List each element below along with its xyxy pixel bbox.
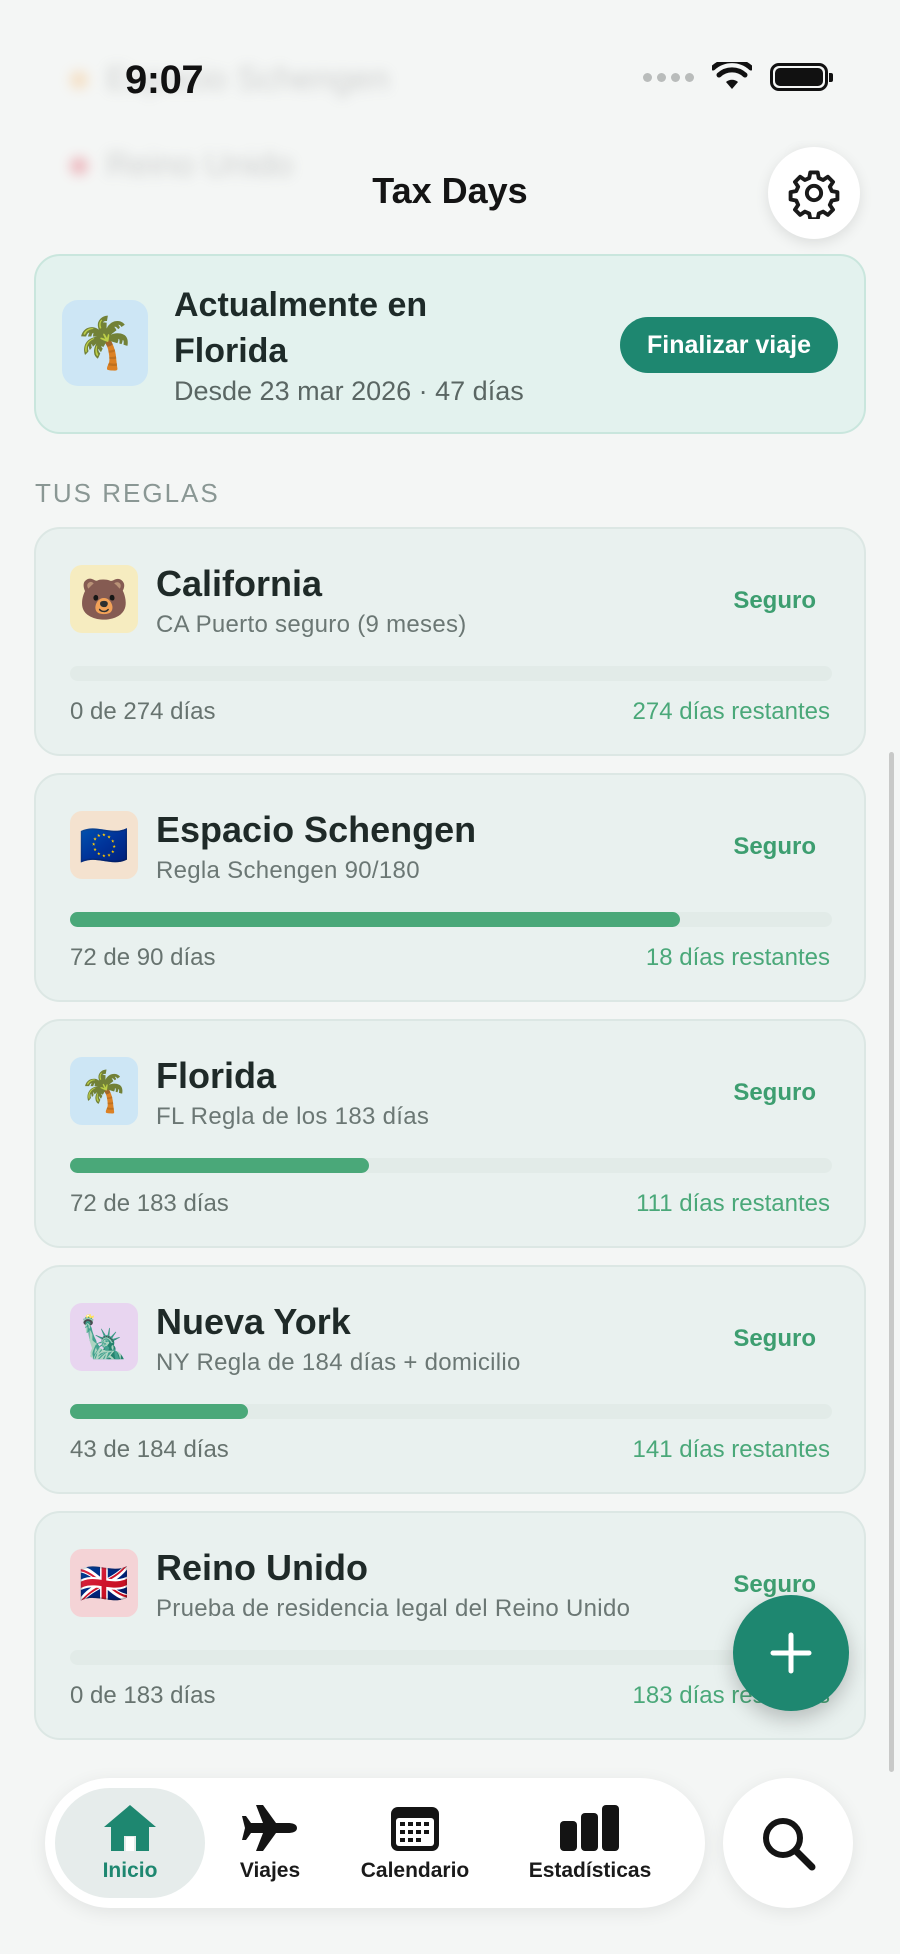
days-remaining: 141 días restantes <box>632 1436 830 1463</box>
current-location-subtitle: Desde 23 mar 2026 · 47 días <box>174 376 524 406</box>
days-remaining: 274 días restantes <box>632 698 830 725</box>
days-used: 0 de 183 días <box>70 1682 216 1709</box>
scrollbar[interactable] <box>889 752 894 1772</box>
current-location-title: Actualmente en Florida <box>174 286 428 370</box>
progress-bar <box>70 912 832 927</box>
add-button[interactable] <box>733 1595 849 1711</box>
palm-tree-icon: 🌴 <box>62 300 148 386</box>
status-badge: Seguro <box>733 833 816 860</box>
airplane-icon <box>242 1805 297 1851</box>
settings-button[interactable] <box>768 147 860 239</box>
finish-trip-button[interactable]: Finalizar viaje <box>620 317 838 373</box>
status-bar: 9:07 <box>0 0 900 165</box>
current-location-card: 🌴 Actualmente en Florida Desde 23 mar 20… <box>34 254 866 434</box>
tab-label: Calendario <box>360 1859 470 1882</box>
days-used: 0 de 274 días <box>70 698 216 725</box>
status-badge: Seguro <box>733 587 816 614</box>
tab-calendario[interactable]: Calendario <box>335 1788 495 1898</box>
uk-flag-icon: 🇬🇧 <box>70 1549 138 1617</box>
progress-bar <box>70 1404 832 1419</box>
tab-inicio[interactable]: Inicio <box>55 1788 205 1898</box>
rule-description: FL Regla de los 183 días <box>156 1103 430 1130</box>
progress-bar <box>70 1158 832 1173</box>
rules-list: 🐻 California CA Puerto seguro (9 meses) … <box>34 527 866 1757</box>
section-label: TUS REGLAS <box>35 478 220 508</box>
calendar-icon <box>391 1807 439 1851</box>
battery-icon <box>770 63 833 91</box>
cellular-signal-icon <box>643 72 694 82</box>
progress-bar <box>70 1650 832 1665</box>
tab-estadisticas[interactable]: Estadísticas <box>495 1788 685 1898</box>
rule-name: Espacio Schengen <box>156 809 477 850</box>
wifi-icon <box>712 62 752 89</box>
statue-of-liberty-icon: 🗽 <box>70 1303 138 1371</box>
rule-name: Reino Unido <box>156 1547 368 1588</box>
rule-description: CA Puerto seguro (9 meses) <box>156 611 467 638</box>
rule-name: Florida <box>156 1055 277 1096</box>
rule-card[interactable]: 🗽 Nueva York NY Regla de 184 días + domi… <box>34 1265 866 1494</box>
chart-icon <box>560 1805 619 1851</box>
rule-description: Regla Schengen 90/180 <box>156 857 420 884</box>
rule-description: Prueba de residencia legal del Reino Uni… <box>156 1595 631 1622</box>
eu-flag-icon: 🇪🇺 <box>70 811 138 879</box>
rule-card[interactable]: 🇪🇺 Espacio Schengen Regla Schengen 90/18… <box>34 773 866 1002</box>
days-used: 43 de 184 días <box>70 1436 229 1463</box>
status-badge: Seguro <box>733 1079 816 1106</box>
days-used: 72 de 90 días <box>70 944 216 971</box>
tab-viajes[interactable]: Viajes <box>205 1788 335 1898</box>
tab-label: Estadísticas <box>528 1859 652 1882</box>
status-badge: Seguro <box>733 1571 816 1598</box>
rule-description: NY Regla de 184 días + domicilio <box>156 1349 521 1376</box>
status-badge: Seguro <box>733 1325 816 1352</box>
search-icon <box>763 1818 816 1871</box>
progress-fill <box>70 912 680 927</box>
bear-icon: 🐻 <box>70 565 138 633</box>
rule-name: Nueva York <box>156 1301 351 1342</box>
status-icons <box>643 62 833 92</box>
gear-icon <box>788 170 840 219</box>
progress-fill <box>70 1404 249 1419</box>
search-button[interactable] <box>723 1778 853 1908</box>
palm-tree-icon: 🌴 <box>70 1057 138 1125</box>
tab-label: Viajes <box>239 1859 301 1882</box>
status-time: 9:07 <box>125 58 204 102</box>
progress-bar <box>70 666 832 681</box>
home-icon <box>104 1805 156 1851</box>
page-title: Tax Days <box>372 170 528 211</box>
tab-label: Inicio <box>102 1859 158 1882</box>
days-remaining: 18 días restantes <box>645 944 830 971</box>
days-remaining: 111 días restantes <box>636 1190 830 1217</box>
plus-icon <box>770 1632 812 1674</box>
progress-fill <box>70 1158 370 1173</box>
rule-card[interactable]: 🌴 Florida FL Regla de los 183 días Segur… <box>34 1019 866 1248</box>
days-used: 72 de 183 días <box>70 1190 229 1217</box>
tab-bar: Inicio Viajes Calendario Estadísticas <box>45 1778 705 1908</box>
rule-card[interactable]: 🐻 California CA Puerto seguro (9 meses) … <box>34 527 866 756</box>
rule-name: California <box>156 563 323 604</box>
